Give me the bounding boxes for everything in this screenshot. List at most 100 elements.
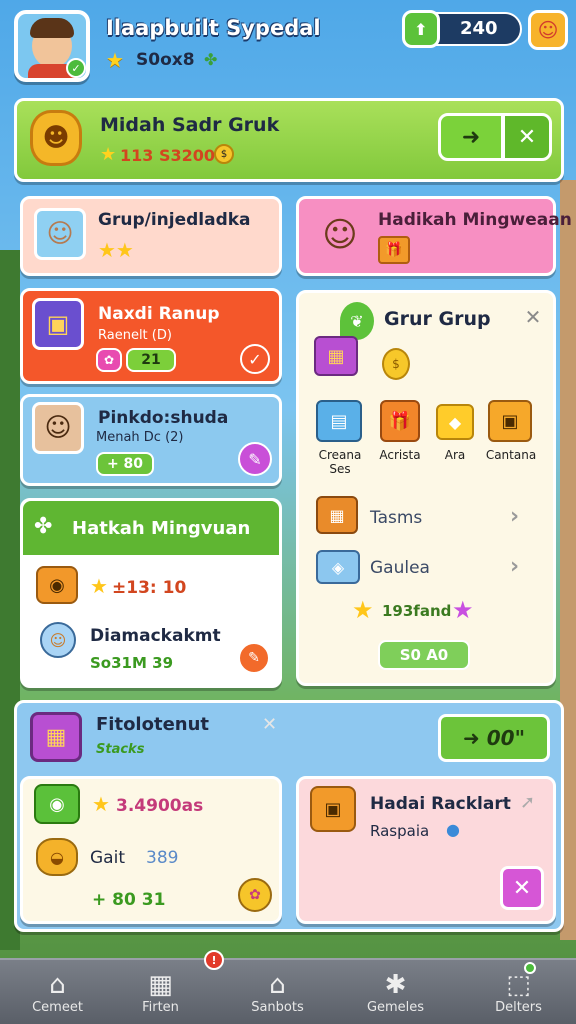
rewards-badge-icon[interactable]: ✿ (238, 878, 272, 912)
item-creana-icon[interactable]: ▤ (316, 400, 362, 442)
rewards-row2-value: 389 (146, 848, 179, 868)
group-stars: ★★ (98, 238, 134, 262)
group-title: Grup/injedladka (98, 210, 251, 230)
export-icon: ⬚ (506, 969, 531, 1000)
gallery-icon: ◈ (316, 550, 360, 584)
weekly-star-icon: ★ (90, 574, 108, 598)
item-ara-label: Ara (444, 448, 466, 462)
clover-header-icon: ✤ (34, 514, 53, 539)
pack-gift-icon: ✿ (96, 348, 122, 372)
currency-counter: 240 (460, 18, 498, 39)
star-icon: ★ (106, 48, 124, 72)
nav-item-gemeles[interactable]: ✱ Gemeles (338, 960, 453, 1024)
clover-icon: ✤ (204, 50, 218, 69)
fitolotenut-action-button[interactable]: ➜ 00" (438, 714, 550, 762)
pack-check-icon[interactable]: ✓ (240, 344, 270, 374)
banner-confirm-button[interactable]: ➜ (438, 113, 504, 161)
item-acrista-icon[interactable]: 🎁 (380, 400, 420, 442)
banner-values: 113 S3200 (120, 146, 216, 165)
fitolotenut-subtitle: Stacks (96, 742, 145, 757)
reward-claim-button[interactable]: S0 A0 (378, 640, 470, 670)
weekly-reward2-value: So31M 39 (90, 654, 174, 672)
gallery-label[interactable]: Gaulea (370, 558, 430, 578)
rewards-row1: 3.4900as (116, 796, 204, 816)
gift-icon: 🎁 (378, 236, 410, 264)
friend-title: Pinkdo:shuda (98, 408, 229, 428)
banner-star-icon: ★ (100, 144, 117, 165)
coin-icon: $ (214, 144, 234, 164)
weekly-reward2-title: Diamackakmt (90, 626, 221, 646)
menu-face-icon[interactable]: ☺ (528, 10, 568, 50)
rewards-star-icon: ★ (92, 792, 110, 816)
item-creana-label: Creana Ses (318, 448, 362, 476)
friend-avatar-icon: ☺ (32, 402, 84, 454)
fitolotenut-chest-icon: ▦ (30, 712, 82, 762)
nav-label-delters: Delters (495, 999, 542, 1015)
weekly-title: Hatkah Mingvuan (72, 518, 251, 539)
rewards-bread-icon: ◒ (36, 838, 78, 876)
racklart-pin-icon[interactable]: ➚ (520, 792, 535, 813)
item-cantana-label: Cantana (485, 448, 537, 462)
item-ara-icon[interactable]: ◆ (436, 404, 474, 440)
banner-title: Midah Sadr Gruk (100, 114, 280, 136)
friend-count-badge: + 80 (96, 452, 154, 476)
nav-label-sanbots: Sanbots (251, 999, 304, 1015)
friend-count: + 80 (106, 456, 144, 472)
shop-close-icon[interactable]: ✕ (520, 304, 546, 330)
reward-star-icon: ★ (352, 596, 374, 624)
weekly-gift-title: Hadikah Mingweaan (378, 210, 572, 230)
racklart-bag-icon: ▣ (310, 786, 356, 832)
weekly-camera-icon: ◉ (36, 566, 78, 604)
friend-tag-button[interactable]: ✎ (238, 442, 272, 476)
girl-avatar-icon: ☺ (322, 215, 358, 255)
player-score: S0ox8 (136, 50, 195, 70)
player-name: Ilaapbuilt Sypedal (106, 16, 321, 40)
shop-coin-icon: $ (382, 348, 410, 380)
currency-icon[interactable]: ⬆ (402, 10, 440, 48)
pack-count-badge: 21 (126, 348, 176, 372)
house-icon: ⌂ (269, 969, 286, 1000)
banner-close-button[interactable]: ✕ (502, 113, 552, 161)
tasks-label[interactable]: Tasms (370, 508, 422, 528)
diamond-face-icon: ☺ (40, 622, 76, 658)
fitolotenut-title: Fitolotenut (96, 714, 210, 735)
group-avatar-icon: ☺ (34, 208, 86, 260)
nav-label-cemeet: Cemeet (32, 999, 83, 1015)
rewards-row2-label: Gait (90, 848, 125, 868)
friend-subtitle: Menah Dc (2) (96, 430, 184, 445)
reward-value: 193fand (382, 602, 452, 620)
reward-purple-star-icon: ★ (452, 596, 474, 624)
rewards-row3: + 80 31 (92, 890, 166, 910)
pack-box-icon: ▣ (32, 298, 84, 350)
weekly-edit-button[interactable]: ✎ (238, 642, 270, 674)
fitolotenut-close-icon[interactable]: ✕ (262, 714, 277, 735)
rewards-camera-icon: ◉ (34, 784, 80, 824)
player-avatar[interactable]: ✓ (14, 10, 90, 82)
pack-count: 21 (141, 352, 161, 368)
racklart-subtitle: Raspaia (370, 822, 430, 840)
tasks-chevron-icon[interactable]: › (510, 504, 519, 529)
item-acrista-label: Acrista (379, 448, 421, 462)
pack-subtitle: Raenelt (D) (98, 328, 172, 343)
racklart-title: Hadai Racklart (370, 794, 511, 814)
weekly-reward1: ±13: 10 (112, 578, 187, 598)
nav-item-sanbots[interactable]: ⌂ Sanbots (220, 960, 335, 1024)
nav-dot-icon (524, 962, 536, 974)
nav-item-delters[interactable]: ⬚ Delters (461, 960, 576, 1024)
home-icon: ⌂ (49, 969, 66, 1000)
tasks-chest-icon: ▦ (316, 496, 358, 534)
nav-label-firten: Firten (142, 999, 179, 1015)
verified-badge-icon: ✓ (66, 58, 86, 78)
pack-title: Naxdi Ranup (98, 304, 220, 324)
racklart-close-button[interactable]: ✕ (500, 866, 544, 910)
chest-icon: ▦ (314, 336, 358, 376)
nav-item-cemeet[interactable]: ⌂ Cemeet (0, 960, 115, 1024)
gallery-chevron-icon[interactable]: › (510, 554, 519, 579)
item-cantana-icon[interactable]: ▣ (488, 400, 532, 442)
fitolotenut-action-label: 00" (486, 726, 525, 750)
settings-icon: ✱ (384, 969, 407, 1000)
leaf-icon: ❦ (340, 302, 374, 340)
nav-item-firten[interactable]: ▦ Firten (103, 960, 218, 1024)
shop-title: Grur Grup (384, 308, 491, 330)
racklart-globe-icon: ● (446, 820, 460, 839)
